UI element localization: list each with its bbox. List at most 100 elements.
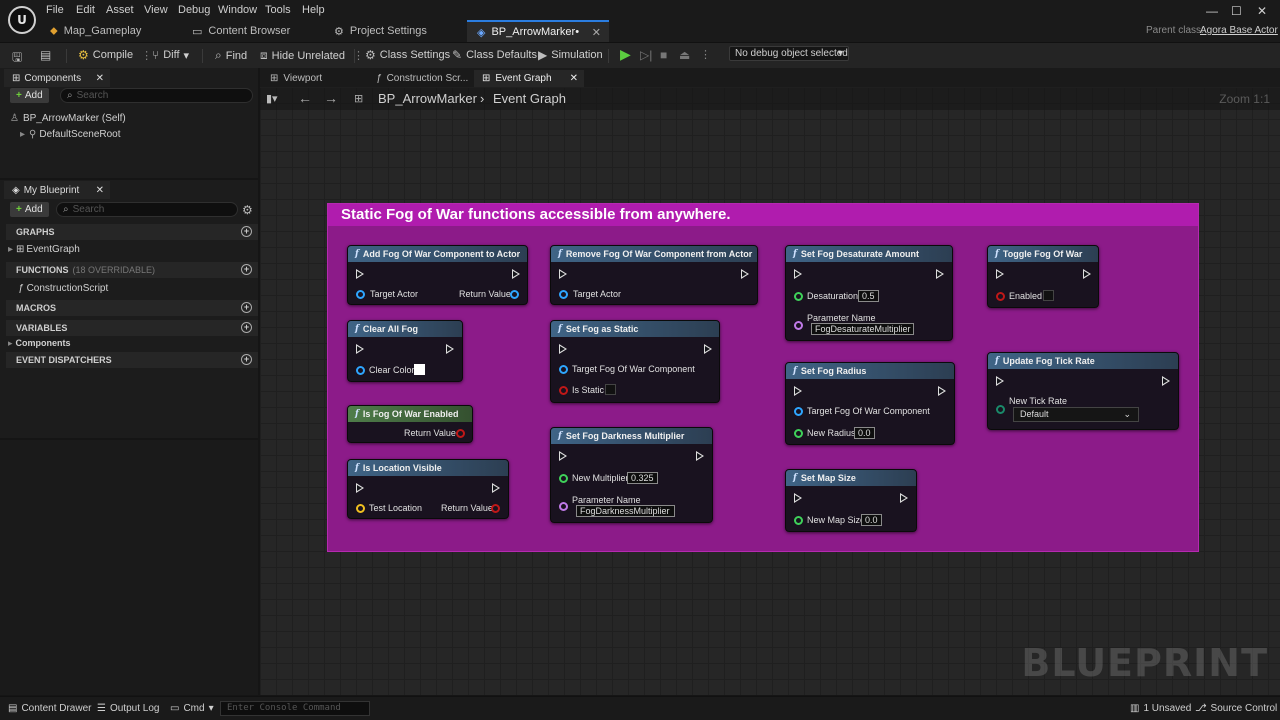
- back-arrow-icon[interactable]: ←: [298, 90, 312, 106]
- clear-color-pin[interactable]: [356, 366, 365, 375]
- add-function-icon[interactable]: +: [241, 264, 252, 275]
- category-graphs[interactable]: GRAPHS +: [6, 224, 258, 240]
- settings-gear-icon[interactable]: ⚙: [242, 203, 253, 217]
- desaturation-pin[interactable]: [794, 292, 803, 301]
- exec-out-pin[interactable]: [1162, 376, 1171, 386]
- exec-in-pin[interactable]: [794, 386, 803, 396]
- parent-class-link[interactable]: Agora Base Actor: [1200, 25, 1278, 36]
- unsaved-button[interactable]: ▥ 1 Unsaved: [1130, 703, 1191, 714]
- parameter-name-input[interactable]: FogDarknessMultiplier: [576, 505, 675, 517]
- menu-help[interactable]: Help: [302, 4, 325, 16]
- breadcrumb-graph[interactable]: Event Graph: [493, 91, 566, 106]
- exec-out-pin[interactable]: [696, 451, 705, 461]
- class-defaults-button[interactable]: ✎ Class Defaults: [452, 48, 537, 62]
- menu-debug[interactable]: Debug: [178, 4, 210, 16]
- exec-in-pin[interactable]: [559, 344, 568, 354]
- stop-icon[interactable]: ■: [660, 48, 667, 62]
- add-macro-icon[interactable]: +: [241, 302, 252, 313]
- add-dispatcher-icon[interactable]: +: [241, 354, 252, 365]
- close-icon[interactable]: ✕: [96, 185, 104, 196]
- exec-out-pin[interactable]: [900, 493, 909, 503]
- compile-button[interactable]: ⚙ Compile ⋮: [78, 48, 152, 62]
- minimize-icon[interactable]: —: [1206, 4, 1218, 18]
- exec-in-pin[interactable]: [559, 269, 568, 279]
- simulation-button[interactable]: ▶ Simulation: [538, 48, 603, 62]
- node-is-location-visible[interactable]: f Is Location Visible Test Location Retur…: [347, 459, 509, 519]
- menu-window[interactable]: Window: [218, 4, 257, 16]
- exec-out-pin[interactable]: [446, 344, 455, 354]
- find-button[interactable]: ⌕ Find: [215, 48, 247, 63]
- component-default-scene-root[interactable]: ▸ ⚲ DefaultSceneRoot: [20, 129, 121, 140]
- exec-in-pin[interactable]: [559, 451, 568, 461]
- exec-out-pin[interactable]: [492, 483, 501, 493]
- parameter-name-pin[interactable]: [794, 321, 803, 330]
- diff-button[interactable]: ⑂ Diff ▾: [152, 48, 189, 62]
- new-map-size-pin[interactable]: [794, 516, 803, 525]
- node-toggle-fog-of-war[interactable]: f Toggle Fog Of War Enabled: [987, 245, 1099, 308]
- return-value-pin[interactable]: [510, 290, 519, 299]
- close-icon[interactable]: ✕: [570, 73, 578, 84]
- node-set-fog-darkness-multiplier[interactable]: f Set Fog Darkness Multiplier New Multipl…: [550, 427, 713, 523]
- category-variables[interactable]: VARIABLES +: [6, 320, 258, 336]
- browse-icon[interactable]: ▤: [40, 48, 51, 62]
- exec-in-pin[interactable]: [794, 493, 803, 503]
- close-window-icon[interactable]: ✕: [1257, 4, 1267, 18]
- target-fog-component-pin[interactable]: [559, 365, 568, 374]
- exec-out-pin[interactable]: [938, 386, 947, 396]
- components-tab[interactable]: ⊞ Components ✕: [4, 69, 110, 87]
- add-graph-icon[interactable]: +: [241, 226, 252, 237]
- comment-title[interactable]: Static Fog of War functions accessible f…: [328, 204, 1198, 226]
- menu-file[interactable]: File: [46, 4, 64, 16]
- new-map-size-input[interactable]: 0.0: [861, 514, 882, 526]
- menu-tools[interactable]: Tools: [265, 4, 291, 16]
- close-icon[interactable]: ✕: [96, 73, 104, 84]
- enabled-checkbox[interactable]: [1043, 290, 1054, 301]
- node-is-fog-of-war-enabled[interactable]: f Is Fog Of War Enabled Return Value: [347, 405, 473, 443]
- cmd-dropdown[interactable]: ▭ Cmd ▾: [170, 703, 214, 714]
- category-functions[interactable]: FUNCTIONS (18 OVERRIDABLE) +: [6, 262, 258, 278]
- enabled-pin[interactable]: [996, 292, 1005, 301]
- clear-color-swatch[interactable]: [414, 364, 425, 375]
- console-command-input[interactable]: Enter Console Command: [220, 701, 370, 716]
- is-static-pin[interactable]: [559, 386, 568, 395]
- tick-rate-dropdown[interactable]: Default ⌄: [1013, 407, 1139, 422]
- add-variable-icon[interactable]: +: [241, 322, 252, 333]
- return-value-pin[interactable]: [491, 504, 500, 513]
- content-drawer-button[interactable]: ▤ Content Drawer: [8, 703, 91, 714]
- new-multiplier-input[interactable]: 0.325: [627, 472, 658, 484]
- node-add-fog-of-war-component[interactable]: f Add Fog Of War Component to Actor Targe…: [347, 245, 528, 305]
- target-actor-pin[interactable]: [559, 290, 568, 299]
- component-self[interactable]: ♙ BP_ArrowMarker (Self): [10, 113, 126, 124]
- variable-group-components[interactable]: ▸ Components: [8, 338, 71, 349]
- tab-map-gameplay[interactable]: ⬥ Map_Gameplay: [40, 20, 180, 42]
- add-member-button[interactable]: + Add: [10, 202, 49, 217]
- exec-out-pin[interactable]: [512, 269, 521, 279]
- tab-viewport[interactable]: ⊞ Viewport: [262, 70, 366, 87]
- debug-object-select[interactable]: No debug object selected ▾: [729, 46, 849, 61]
- eject-icon[interactable]: ⏏: [679, 48, 690, 62]
- maximize-icon[interactable]: ☐: [1231, 4, 1242, 18]
- exec-in-pin[interactable]: [356, 269, 365, 279]
- hide-unrelated-button[interactable]: ⧈ Hide Unrelated ⋮: [260, 48, 364, 63]
- menu-asset[interactable]: Asset: [106, 4, 134, 16]
- exec-out-pin[interactable]: [741, 269, 750, 279]
- exec-in-pin[interactable]: [356, 344, 365, 354]
- is-static-checkbox[interactable]: [605, 384, 616, 395]
- test-location-pin[interactable]: [356, 504, 365, 513]
- category-event-dispatchers[interactable]: EVENT DISPATCHERS +: [6, 352, 258, 368]
- save-icon[interactable]: 🖫: [12, 48, 22, 69]
- node-update-fog-tick-rate[interactable]: f Update Fog Tick Rate New Tick Rate Defa…: [987, 352, 1179, 430]
- breadcrumb-blueprint[interactable]: BP_ArrowMarker: [378, 91, 477, 106]
- unreal-logo-icon[interactable]: U: [8, 6, 36, 34]
- target-fog-component-pin[interactable]: [794, 407, 803, 416]
- new-multiplier-pin[interactable]: [559, 474, 568, 483]
- exec-out-pin[interactable]: [1083, 269, 1092, 279]
- exec-in-pin[interactable]: [794, 269, 803, 279]
- new-tick-rate-pin[interactable]: [996, 405, 1005, 414]
- my-blueprint-tab[interactable]: ◈ My Blueprint ✕: [4, 181, 110, 199]
- tab-bp-arrowmarker[interactable]: ◈ BP_ArrowMarker• ✕: [467, 20, 609, 42]
- menu-edit[interactable]: Edit: [76, 4, 95, 16]
- bookmark-icon[interactable]: ▮▾: [266, 92, 278, 105]
- node-remove-fog-of-war-component[interactable]: f Remove Fog Of War Component from Actor …: [550, 245, 758, 305]
- step-icon[interactable]: ▷|: [640, 48, 652, 62]
